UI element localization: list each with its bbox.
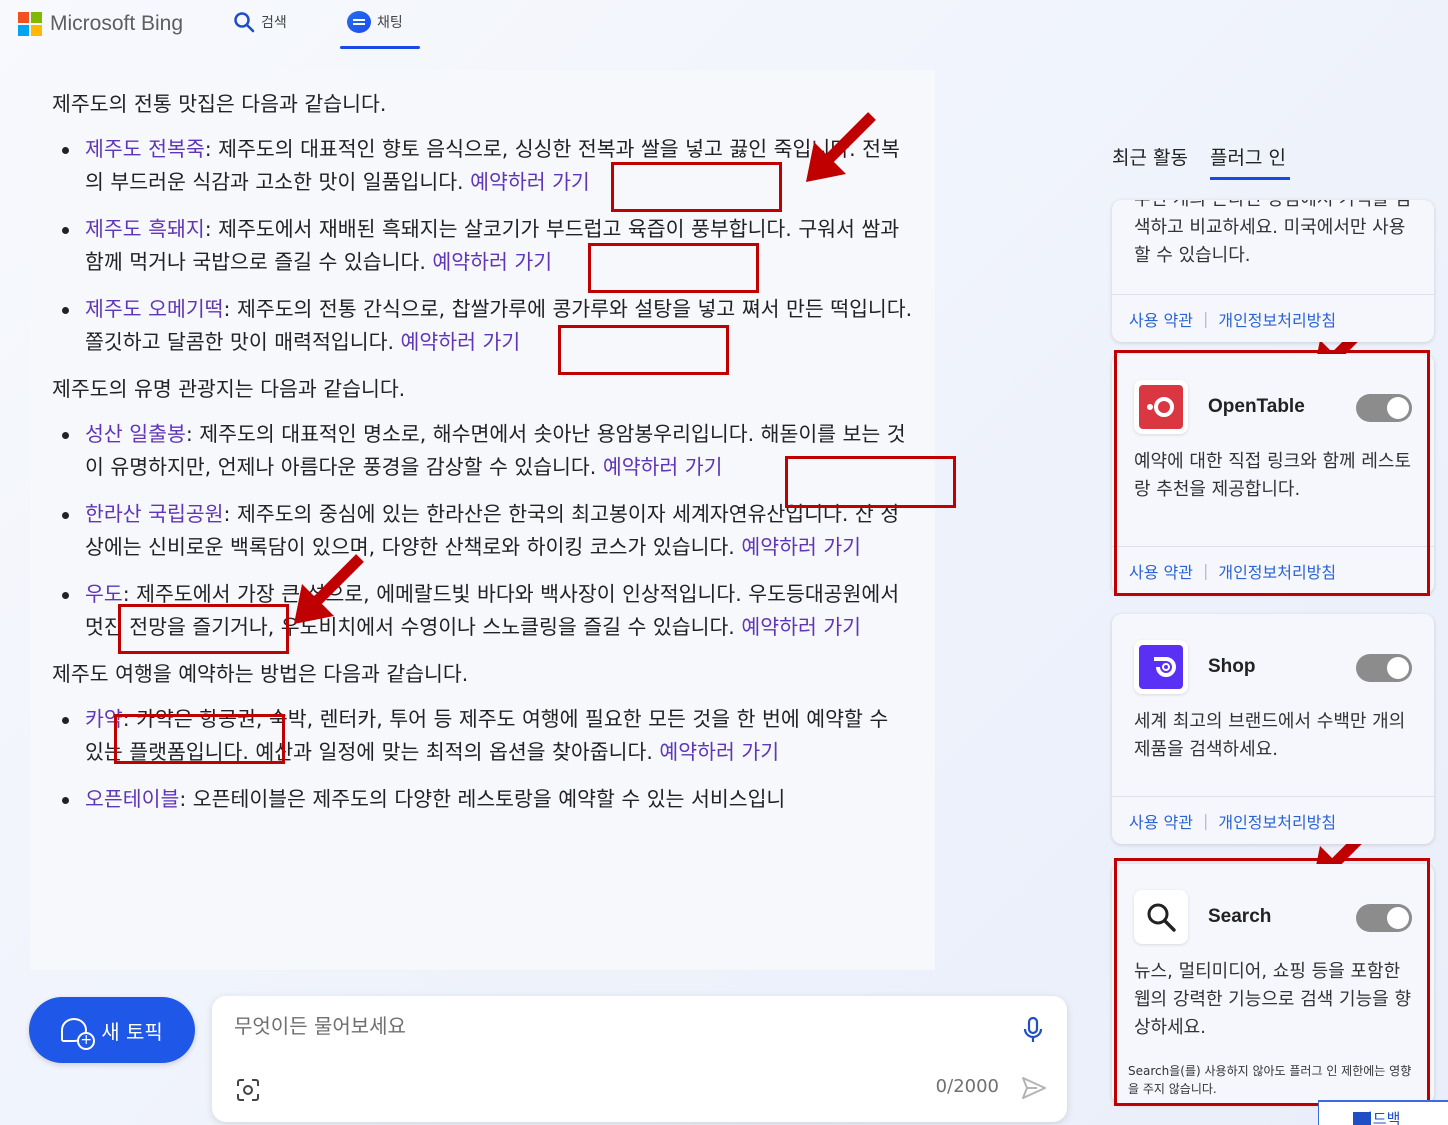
term-link[interactable]: 우도 — [85, 582, 123, 606]
plugin-card-footer: 사용 약관 | 개인정보처리방침 — [1112, 294, 1434, 342]
char-counter: 0/2000 — [935, 1076, 999, 1097]
opentable-logo-icon — [1134, 380, 1188, 434]
tab-search[interactable]: 검색 — [233, 10, 287, 34]
new-topic-label: 새 토픽 — [101, 1019, 163, 1044]
term-link[interactable]: 한라산 국립공원 — [85, 502, 224, 526]
shop-logo-icon — [1134, 640, 1188, 694]
active-tab-indicator — [340, 46, 420, 49]
plugin-note: Search을(를) 사용하지 않아도 플러그 인 제한에는 영향을 주지 않습… — [1128, 1064, 1412, 1096]
feedback-icon — [1353, 1112, 1371, 1125]
plugin-desc: 예약에 대한 직접 링크와 함께 레스토랑 추천을 제공합니다. — [1134, 451, 1412, 500]
plugin-card-footer: 사용 약관 | 개인정보처리방침 — [1112, 796, 1434, 844]
plugin-name: Shop — [1208, 656, 1256, 677]
microphone-icon[interactable] — [1021, 1016, 1045, 1044]
tab-recent-activity[interactable]: 최근 활동 — [1112, 143, 1188, 170]
tab-chat-label: 채팅 — [377, 15, 403, 31]
plugin-toggle[interactable] — [1356, 904, 1412, 932]
privacy-link[interactable]: 개인정보처리방침 — [1218, 809, 1336, 833]
sidebar-tabs: 최근 활동 플러그 인 — [1112, 143, 1290, 180]
bing-logo[interactable]: Microsoft Bing — [18, 12, 183, 36]
list-item: 우도: 제주도에서 가장 큰 섬으로, 에메랄드빛 바다와 백사장이 인상적입니… — [52, 578, 913, 644]
tab-plugins[interactable]: 플러그 인 — [1209, 143, 1290, 180]
plugin-name: OpenTable — [1208, 396, 1305, 417]
list-item: 성산 일출봉: 제주도의 대표적인 명소로, 해수면에서 솟아난 용암봉우리입니… — [52, 418, 913, 484]
terms-link[interactable]: 사용 약관 — [1129, 809, 1193, 833]
terms-link[interactable]: 사용 약관 — [1129, 559, 1193, 583]
chat-input-box: 0/2000 — [212, 996, 1067, 1122]
list-item: 제주도 흑돼지: 제주도에서 재배된 흑돼지는 살코기가 부드럽고 육즙이 풍부… — [52, 213, 913, 279]
intro-sights: 제주도의 유명 관광지는 다음과 같습니다. — [52, 377, 406, 401]
feedback-button[interactable]: 피드백 — [1318, 1100, 1448, 1125]
booking-link[interactable]: 예약하러 가기 — [470, 170, 590, 194]
plugin-card-footer: 사용 약관 | 개인정보처리방침 — [1112, 546, 1434, 594]
chat-response: 제주도의 전통 맛집은 다음과 같습니다. 제주도 전복죽: 제주도의 대표적인… — [30, 70, 935, 970]
terms-link[interactable]: 사용 약관 — [1129, 307, 1193, 331]
plugin-toggle[interactable] — [1356, 654, 1412, 682]
plugin-desc: 수천 개의 온라인 상점에서 가격을 검색하고 비교하세요. 미국에서만 사용할… — [1134, 200, 1411, 266]
list-item: 오픈테이블: 오픈테이블은 제주도의 다양한 레스토랑을 예약할 수 있는 서비… — [52, 783, 913, 816]
intro-booking: 제주도 여행을 예약하는 방법은 다음과 같습니다. — [52, 662, 469, 686]
list-item: 제주도 오메기떡: 제주도의 전통 간식으로, 찹쌀가루에 콩가루와 설탕을 넣… — [52, 293, 913, 359]
send-icon[interactable] — [1021, 1076, 1047, 1100]
tab-search-label: 검색 — [261, 15, 287, 31]
microsoft-logo-icon — [18, 12, 42, 36]
logo-text: Microsoft Bing — [50, 12, 184, 35]
list-item: 카약: 카약은 항공권, 숙박, 렌터카, 투어 등 제주도 여행에 필요한 모… — [52, 703, 913, 769]
sights-list: 성산 일출봉: 제주도의 대표적인 명소로, 해수면에서 솟아난 용암봉우리입니… — [52, 418, 913, 644]
list-item: 제주도 전복죽: 제주도의 대표적인 향토 음식으로, 싱싱한 전복과 쌀을 넣… — [52, 133, 913, 199]
booking-link[interactable]: 예약하러 가기 — [741, 615, 861, 639]
booking-link[interactable]: 예약하러 가기 — [603, 455, 723, 479]
search-icon — [234, 12, 255, 33]
term-link[interactable]: 오픈테이블 — [85, 787, 179, 811]
booking-link[interactable]: 예약하러 가기 — [432, 250, 552, 274]
privacy-link[interactable]: 개인정보처리방침 — [1218, 559, 1336, 583]
plugin-desc: 세계 최고의 브랜드에서 수백만 개의 제품을 검색하세요. — [1134, 711, 1406, 760]
term-link[interactable]: 제주도 전복죽 — [85, 137, 205, 161]
visual-search-icon[interactable] — [236, 1078, 260, 1102]
list-item: 한라산 국립공원: 제주도의 중심에 있는 한라산은 한국의 최고봉이자 세계자… — [52, 498, 913, 564]
plugin-card-partial: 수천 개의 온라인 상점에서 가격을 검색하고 비교하세요. 미국에서만 사용할… — [1112, 200, 1434, 342]
term-link[interactable]: 제주도 흑돼지 — [85, 217, 205, 241]
booking-link[interactable]: 예약하러 가기 — [659, 740, 779, 764]
term-link[interactable]: 제주도 오메기떡 — [85, 297, 224, 321]
tab-chat[interactable]: 채팅 — [347, 10, 403, 34]
plugin-name: Search — [1208, 906, 1272, 927]
plugin-card-search: Search 뉴스, 멀티미디어, 쇼핑 등을 포함한 웹의 강력한 기능으로 … — [1112, 864, 1434, 1104]
booking-link[interactable]: 예약하러 가기 — [741, 535, 861, 559]
search-plugin-icon — [1134, 890, 1188, 944]
new-topic-button[interactable]: 새 토픽 — [29, 997, 195, 1063]
plugin-toggle[interactable] — [1356, 394, 1412, 422]
term-link[interactable]: 성산 일출봉 — [85, 422, 186, 446]
booking-link[interactable]: 예약하러 가기 — [401, 330, 521, 354]
chat-input[interactable] — [234, 1014, 994, 1038]
top-nav: Microsoft Bing 검색 채팅 — [0, 0, 1448, 60]
plugin-card-shop: Shop 세계 최고의 브랜드에서 수백만 개의 제품을 검색하세요. 사용 약… — [1112, 614, 1434, 844]
term-link[interactable]: 카약 — [85, 707, 123, 731]
chat-icon — [347, 11, 371, 33]
booking-list: 카약: 카약은 항공권, 숙박, 렌터카, 투어 등 제주도 여행에 필요한 모… — [52, 703, 913, 816]
intro-restaurants: 제주도의 전통 맛집은 다음과 같습니다. — [52, 92, 387, 116]
new-chat-icon — [61, 1018, 96, 1050]
plugin-desc: 뉴스, 멀티미디어, 쇼핑 등을 포함한 웹의 강력한 기능으로 검색 기능을 … — [1134, 961, 1412, 1038]
plugin-card-opentable: OpenTable 예약에 대한 직접 링크와 함께 레스토랑 추천을 제공합니… — [1112, 354, 1434, 594]
privacy-link[interactable]: 개인정보처리방침 — [1218, 307, 1336, 331]
restaurant-list: 제주도 전복죽: 제주도의 대표적인 향토 음식으로, 싱싱한 전복과 쌀을 넣… — [52, 133, 913, 359]
